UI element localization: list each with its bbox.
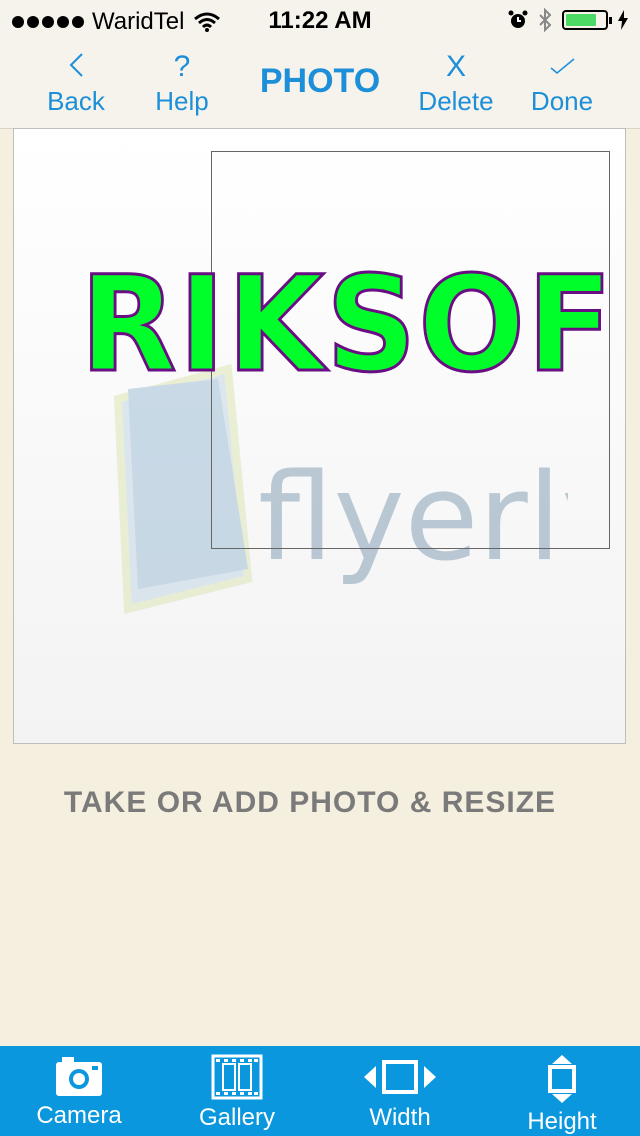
- battery-icon: [562, 10, 612, 30]
- charging-icon: [618, 10, 628, 30]
- height-button[interactable]: Height: [487, 1054, 637, 1136]
- camera-icon: [56, 1057, 102, 1096]
- camera-label: Camera: [36, 1102, 122, 1129]
- flyer-overlay-text[interactable]: RIKSOF: [79, 258, 614, 393]
- back-button[interactable]: Back: [26, 50, 126, 117]
- help-button[interactable]: ? Help: [132, 50, 232, 117]
- width-label: Width: [369, 1104, 431, 1131]
- question-mark-icon: ?: [173, 50, 191, 83]
- bottom-toolbar: Camera Gallery Width Height: [0, 1046, 640, 1136]
- help-label: Help: [155, 86, 209, 116]
- page-title: PHOTO: [259, 62, 381, 100]
- height-label: Height: [527, 1108, 597, 1135]
- navigation-bar: Back ? Help PHOTO X Delete Done: [0, 40, 640, 129]
- resize-height-icon: [548, 1055, 576, 1103]
- width-button[interactable]: Width: [325, 1054, 475, 1132]
- chevron-left-icon: [26, 50, 126, 84]
- flyer-canvas[interactable]: flyerly RIKSOF: [13, 128, 626, 744]
- back-label: Back: [47, 86, 105, 116]
- delete-button[interactable]: X Delete: [406, 50, 506, 117]
- gallery-button[interactable]: Gallery: [162, 1054, 312, 1132]
- bluetooth-icon: [539, 8, 552, 32]
- done-label: Done: [530, 86, 594, 116]
- gallery-label: Gallery: [198, 1104, 276, 1131]
- status-right: [508, 8, 628, 32]
- status-bar: WaridTel 11:22 AM: [0, 0, 640, 40]
- instruction-text: TAKE OR ADD PHOTO & RESIZE: [63, 786, 557, 819]
- delete-label: Delete: [418, 86, 494, 116]
- checkmark-icon: [512, 50, 612, 84]
- alarm-icon: [508, 10, 528, 28]
- film-strip-icon: [211, 1054, 263, 1100]
- resize-width-icon: [364, 1060, 436, 1094]
- camera-button[interactable]: Camera: [4, 1054, 154, 1130]
- close-icon: X: [445, 50, 466, 83]
- done-button[interactable]: Done: [512, 50, 612, 117]
